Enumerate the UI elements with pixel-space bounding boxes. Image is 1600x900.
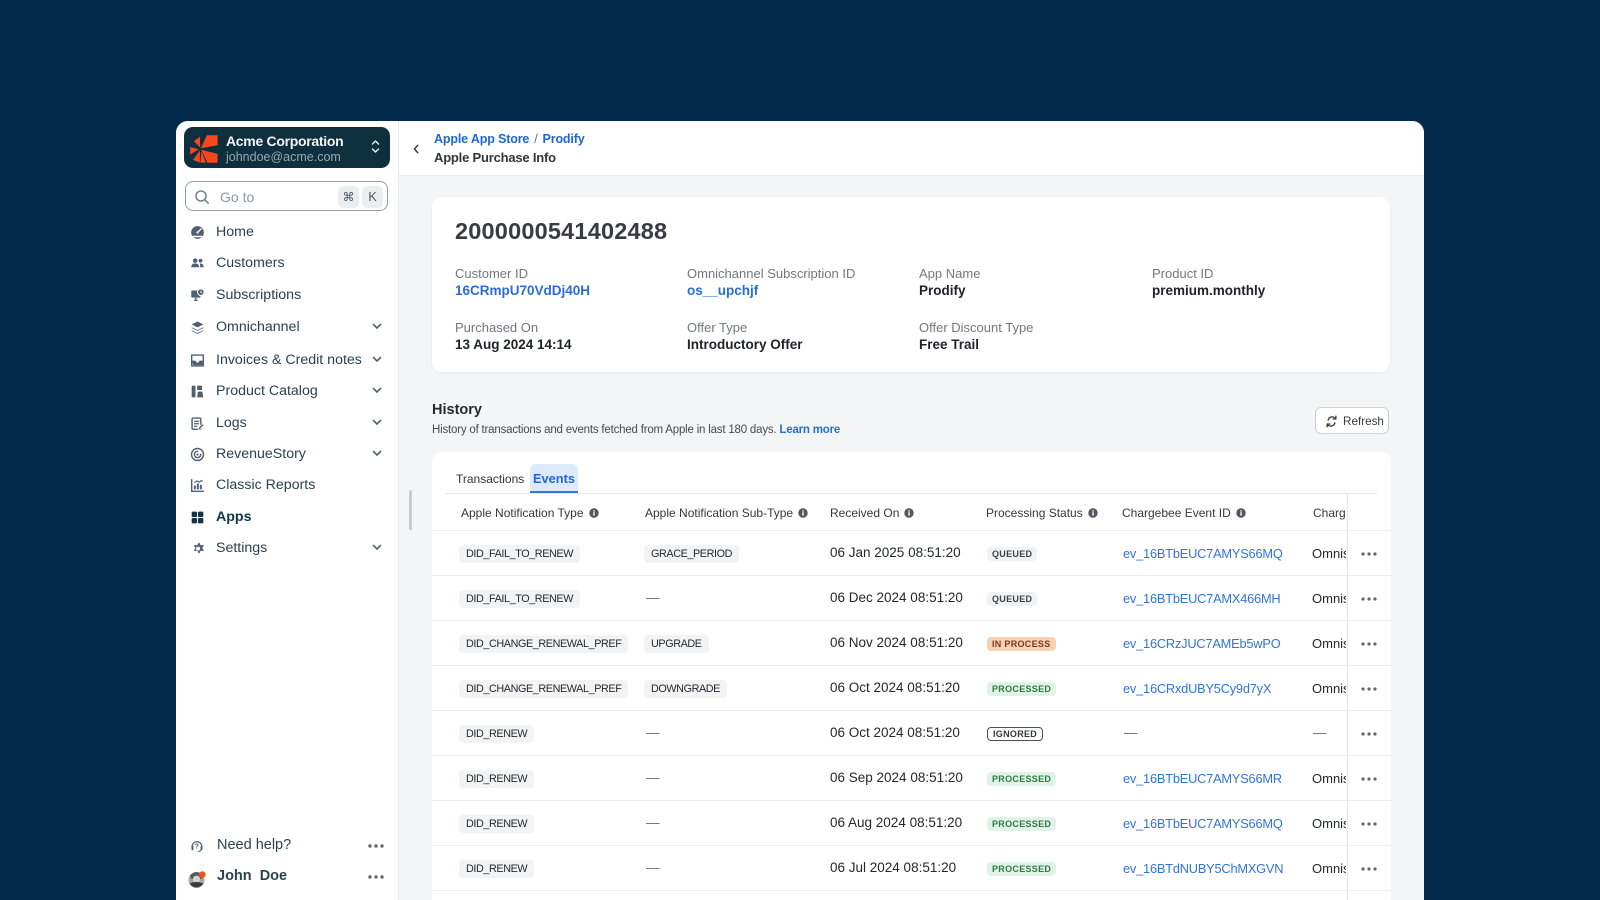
svg-text:?: ? [195, 843, 199, 850]
